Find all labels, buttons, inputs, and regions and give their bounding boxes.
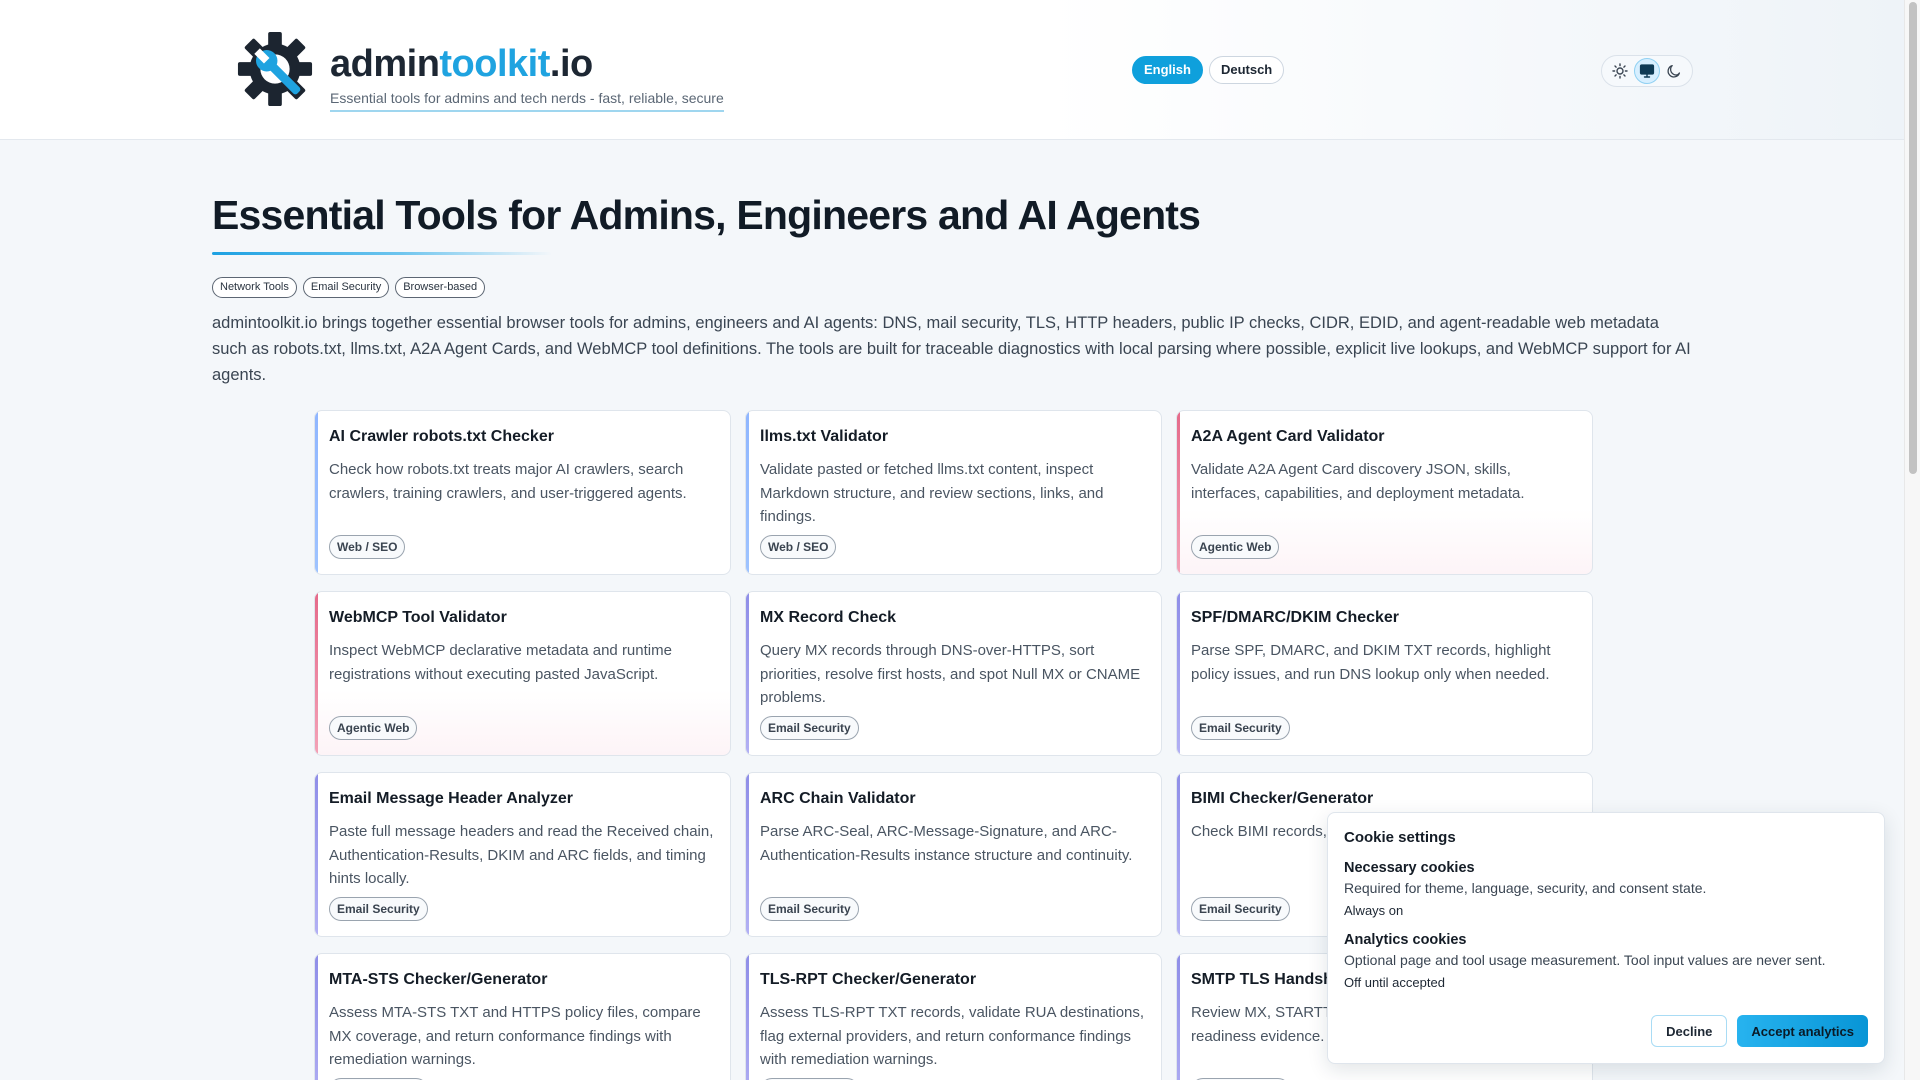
hero-tag: Network Tools [212,277,297,298]
tool-card-description: Parse SPF, DMARC, and DKIM TXT records, … [1191,642,1551,683]
tool-card-description: Paste full message headers and read the … [329,823,714,887]
scrollbar-thumb[interactable] [1909,2,1917,474]
hero: Essential Tools for Admins, Engineers an… [212,190,1692,388]
brand[interactable]: admintoolkit.io Essential tools for admi… [236,30,724,112]
tool-category-badge: Email Security [760,897,859,921]
hero-tag: Browser-based [395,277,486,298]
tool-card-title[interactable]: TLS-RPT Checker/Generator [760,970,1147,989]
lang-deutsch-button[interactable]: Deutsch [1208,56,1285,84]
theme-switcher [1601,55,1693,87]
brand-name: admintoolkit.io [330,44,724,84]
sun-icon [1611,63,1628,79]
accept-analytics-button[interactable]: Accept analytics [1737,1015,1868,1047]
lang-english-button[interactable]: English [1132,56,1203,84]
tool-card-title[interactable]: SPF/DMARC/DKIM Checker [1191,608,1578,627]
tool-card-title[interactable]: llms.txt Validator [760,427,1147,446]
tool-card[interactable]: MX Record Check Query MX records through … [745,591,1162,756]
necessary-cookies-description: Required for theme, language, security, … [1344,880,1707,896]
tool-card-description: Assess MTA-STS TXT and HTTPS policy file… [329,1004,701,1068]
moon-icon [1667,64,1681,78]
hero-tags: Network Tools Email Security Browser-bas… [212,277,1692,298]
theme-dark-button[interactable] [1661,58,1687,84]
title-underline [212,252,552,255]
tool-card-title[interactable]: MX Record Check [760,608,1147,627]
tool-card-title[interactable]: Email Message Header Analyzer [329,789,716,808]
necessary-cookies-state: Always on [1344,903,1404,918]
tool-card-title[interactable]: WebMCP Tool Validator [329,608,716,627]
tool-card-description: Assess TLS-RPT TXT records, validate RUA… [760,1004,1145,1068]
tool-card-description: Parse ARC-Seal, ARC-Message-Signature, a… [760,823,1133,864]
brand-part-admin: admin [330,43,440,85]
tool-card-title[interactable]: MTA-STS Checker/Generator [329,970,716,989]
tool-card-description: Query MX records through DNS-over-HTTPS,… [760,642,1141,706]
language-switcher: English Deutsch [1132,56,1285,84]
decline-button[interactable]: Decline [1651,1015,1728,1047]
site-header: admintoolkit.io Essential tools for admi… [0,0,1904,140]
tool-card[interactable]: ARC Chain Validator Parse ARC-Seal, ARC-M… [745,772,1162,937]
cookie-settings-panel: Cookie settings Necessary cookies Requir… [1327,812,1885,1064]
theme-system-button[interactable] [1633,58,1660,84]
tool-card[interactable]: llms.txt Validator Validate pasted or fet… [745,410,1162,575]
analytics-cookies-state: Off until accepted [1344,975,1445,990]
cookie-panel-title: Cookie settings [1344,829,1456,846]
tool-card[interactable]: TLS-RPT Checker/Generator Assess TLS-RPT … [745,953,1162,1080]
analytics-cookies-title: Analytics cookies [1344,932,1467,948]
tool-category-badge: Email Security [1191,716,1290,740]
tool-card[interactable]: A2A Agent Card Validator Validate A2A Age… [1176,410,1593,575]
tool-card-description: Validate A2A Agent Card discovery JSON, … [1191,461,1525,502]
tool-card[interactable]: AI Crawler robots.txt Checker Check how r… [314,410,731,575]
tool-card-description: Check how robots.txt treats major AI cra… [329,461,687,502]
monitor-icon [1639,64,1655,78]
tool-card[interactable]: Email Message Header Analyzer Paste full … [314,772,731,937]
cookie-actions: Decline Accept analytics [1651,1015,1868,1047]
gear-wrench-logo-icon [237,31,313,107]
brand-part-tld: .io [549,43,593,85]
tool-card-title[interactable]: A2A Agent Card Validator [1191,427,1578,446]
tool-card[interactable]: WebMCP Tool Validator Inspect WebMCP decl… [314,591,731,756]
intro-paragraph: admintoolkit.io brings together essentia… [212,314,1691,384]
tagline: Essential tools for admins and tech nerd… [330,90,724,112]
hero-tag: Email Security [302,277,390,298]
page-scrollbar[interactable] [1904,0,1920,1080]
tool-card-description: Inspect WebMCP declarative metadata and … [329,642,672,683]
tool-category-badge: Email Security [329,897,428,921]
tool-category-badge: Agentic Web [329,716,418,740]
tool-category-badge: Email Security [760,716,859,740]
tool-category-badge: Email Security [1191,897,1290,921]
analytics-cookies-description: Optional page and tool usage measurement… [1344,952,1826,968]
tool-category-badge: Agentic Web [1191,535,1280,559]
tool-card-title[interactable]: ARC Chain Validator [760,789,1147,808]
theme-light-button[interactable] [1607,58,1633,84]
tool-card-title[interactable]: BIMI Checker/Generator [1191,789,1578,808]
page-title: Essential Tools for Admins, Engineers an… [212,192,1201,238]
tool-category-badge: Web / SEO [329,535,406,559]
tool-card[interactable]: MTA-STS Checker/Generator Assess MTA-STS … [314,953,731,1080]
tool-card[interactable]: SPF/DMARC/DKIM Checker Parse SPF, DMARC, … [1176,591,1593,756]
brand-part-toolkit: toolkit [439,43,550,85]
tool-card-description: Validate pasted or fetched llms.txt cont… [760,461,1104,525]
tool-card-title[interactable]: AI Crawler robots.txt Checker [329,427,716,446]
tool-category-badge: Web / SEO [760,535,837,559]
necessary-cookies-title: Necessary cookies [1344,860,1475,876]
